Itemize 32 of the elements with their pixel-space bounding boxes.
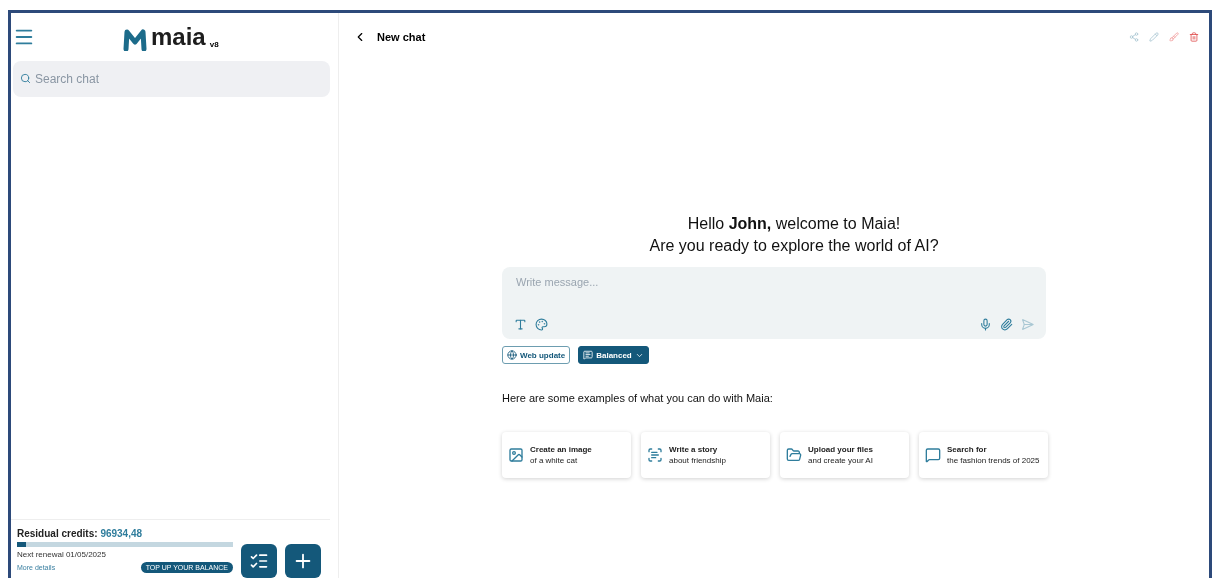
renewal-text: Next renewal 01/05/2025 — [17, 550, 107, 559]
chat-title: New chat — [377, 31, 427, 43]
examples-heading: Here are some examples of what you can do with Maia: — [502, 392, 773, 404]
web-update-button[interactable]: Web update — [502, 346, 571, 364]
image-icon — [508, 447, 524, 463]
example-card[interactable]: Search for the fashion trends of 2025 — [919, 432, 1048, 478]
credits-label: Residual credits: 96934,48 — [17, 528, 144, 539]
trash-icon[interactable] — [1189, 32, 1199, 42]
text-format-icon[interactable] — [514, 318, 527, 331]
logo-icon — [123, 29, 147, 51]
chat-bubble-icon — [925, 447, 941, 463]
paperclip-icon[interactable] — [1000, 318, 1013, 331]
greeting-text: Hello John, welcome to Maia! — [686, 214, 902, 234]
microphone-icon[interactable] — [979, 318, 992, 331]
mode-dropdown[interactable]: Balanced — [578, 346, 649, 364]
logo-text: maia — [151, 23, 206, 51]
palette-icon[interactable] — [535, 318, 548, 331]
checklist-button[interactable] — [241, 544, 277, 578]
new-chat-button[interactable] — [285, 544, 321, 578]
document-icon — [647, 447, 663, 463]
message-icon — [583, 350, 594, 360]
example-card[interactable]: Create an image of a white cat — [502, 432, 631, 478]
search-field[interactable]: Search chat — [13, 61, 330, 97]
globe-icon — [507, 350, 517, 360]
version-label: v8 — [209, 40, 219, 49]
subtitle-text: Are you ready to explore the world of AI? — [649, 236, 939, 256]
message-field[interactable]: Write message... — [514, 275, 1034, 289]
checklist-icon — [249, 551, 269, 571]
example-card[interactable]: Upload your files and create your AI — [780, 432, 909, 478]
folder-icon — [786, 447, 802, 463]
example-card[interactable]: Write a story about friendship — [641, 432, 770, 478]
search-icon — [20, 73, 31, 84]
